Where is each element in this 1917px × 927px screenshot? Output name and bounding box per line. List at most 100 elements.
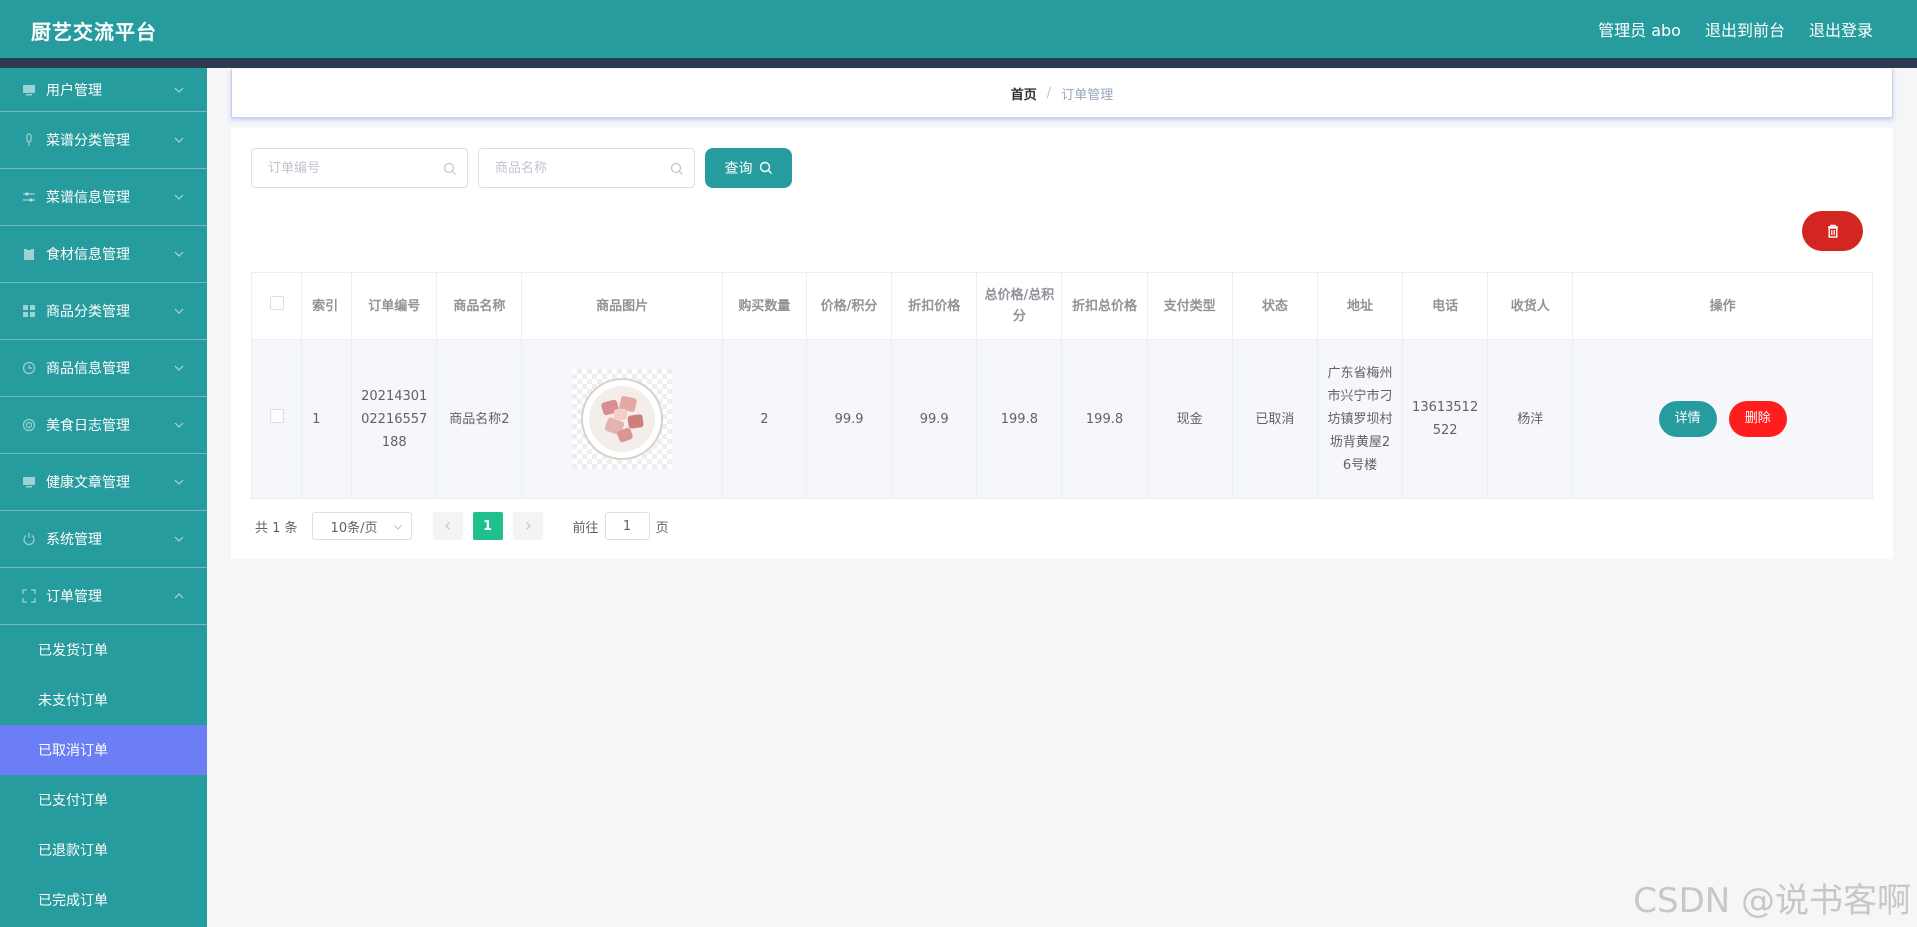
chevron-down-icon <box>174 137 184 143</box>
sidebar: 用户管理 菜谱分类管理 菜谱信息管理 食材信息管理 商品分类管理 商品信息管理 … <box>0 68 207 927</box>
column-header: 购买数量 <box>721 272 807 340</box>
logout-link[interactable]: 退出登录 <box>1809 17 1873 41</box>
cell-quantity: 2 <box>721 339 807 499</box>
column-header: 支付类型 <box>1146 272 1233 340</box>
cell-total-price: 199.8 <box>976 339 1063 499</box>
chevron-up-icon <box>174 593 184 599</box>
sidebar-item-label: 商品分类管理 <box>46 304 130 320</box>
watermark: CSDN @说书客啊 <box>1633 881 1911 921</box>
main-panel: 查询 索引 订单编号 商品名称 商品图片 购买数量 价格/积分 折扣价格 总价格… <box>231 128 1893 559</box>
chevron-right-icon <box>525 522 531 530</box>
sidebar-sub-cancelled-orders[interactable]: 已取消订单 <box>0 725 207 775</box>
row-checkbox[interactable] <box>269 408 284 423</box>
sidebar-item-label: 食材信息管理 <box>46 247 130 263</box>
chevron-down-icon <box>174 308 184 314</box>
sidebar-item-recipe-category[interactable]: 菜谱分类管理 <box>0 112 207 169</box>
chevron-down-icon <box>174 194 184 200</box>
chevron-down-icon <box>174 536 184 542</box>
goods-name-input[interactable] <box>479 149 694 187</box>
sidebar-sub-paid-orders[interactable]: 已支付订单 <box>0 775 207 825</box>
sidebar-sub-unpaid-orders[interactable]: 未支付订单 <box>0 675 207 725</box>
order-no-input[interactable] <box>252 149 467 187</box>
header-nav: 管理员 abo 退出到前台 退出登录 <box>1598 17 1873 41</box>
prev-page-button[interactable] <box>432 512 463 540</box>
power-icon <box>22 532 36 546</box>
sidebar-item-label: 用户管理 <box>46 82 102 99</box>
header-divider <box>0 58 1917 68</box>
sidebar-sub-refunded-orders[interactable]: 已退款订单 <box>0 825 207 875</box>
order-no-search <box>251 148 468 188</box>
goto-page: 前往 页 <box>573 512 669 540</box>
chevron-down-icon <box>393 525 402 530</box>
breadcrumb-separator: / <box>1046 85 1052 101</box>
cell-index: 1 <box>301 339 353 499</box>
chevron-down-icon <box>174 422 184 428</box>
page-size-select[interactable]: 10条/页 <box>311 512 412 540</box>
sidebar-sub-completed-orders[interactable]: 已完成订单 <box>0 875 207 925</box>
sidebar-item-label: 菜谱分类管理 <box>46 133 130 149</box>
column-header: 总价格/总积分 <box>976 272 1063 340</box>
sidebar-item-label: 菜谱信息管理 <box>46 190 130 206</box>
search-icon <box>670 162 683 175</box>
sidebar-item-label: 健康文章管理 <box>46 475 130 491</box>
goods-image[interactable] <box>572 369 673 469</box>
sidebar-item-ingredient-info[interactable]: 食材信息管理 <box>0 226 207 283</box>
cell-receiver: 杨洋 <box>1487 339 1574 499</box>
sidebar-item-system[interactable]: 系统管理 <box>0 511 207 568</box>
page-size-value: 10条/页 <box>330 520 378 536</box>
sidebar-item-goods-category[interactable]: 商品分类管理 <box>0 283 207 340</box>
column-header: 收货人 <box>1487 272 1574 340</box>
delete-button[interactable]: 删除 <box>1728 401 1787 437</box>
breadcrumb-home[interactable]: 首页 <box>1011 84 1037 103</box>
chevron-down-icon <box>174 87 184 93</box>
column-header: 索引 <box>301 272 353 340</box>
column-header: 折扣总价格 <box>1061 272 1148 340</box>
pagination-total: 共 1 条 <box>255 520 298 536</box>
batch-delete-button[interactable] <box>1802 211 1863 251</box>
search-icon <box>443 162 456 175</box>
column-header: 商品图片 <box>521 272 723 340</box>
cell-status: 已取消 <box>1231 339 1318 499</box>
sidebar-item-health-article[interactable]: 健康文章管理 <box>0 454 207 511</box>
chevron-down-icon <box>174 251 184 257</box>
clock-icon <box>22 361 36 375</box>
sidebar-sub-shipped-orders[interactable]: 已发货订单 <box>0 625 207 675</box>
sidebar-item-recipe-info[interactable]: 菜谱信息管理 <box>0 169 207 226</box>
cell-actions: 详情 删除 <box>1572 339 1873 499</box>
grid-icon <box>22 304 36 318</box>
breadcrumb-current: 订单管理 <box>1061 87 1114 103</box>
sidebar-item-label: 订单管理 <box>46 589 102 605</box>
next-page-button[interactable] <box>512 512 543 540</box>
exit-to-front-link[interactable]: 退出到前台 <box>1705 17 1785 41</box>
top-header: 厨艺交流平台 管理员 abo 退出到前台 退出登录 <box>0 0 1917 58</box>
cell-goods-image <box>521 339 723 499</box>
admin-name[interactable]: 管理员 abo <box>1598 17 1681 41</box>
goto-page-input[interactable] <box>604 512 650 540</box>
sidebar-item-label: 美食日志管理 <box>46 418 130 434</box>
select-all-checkbox[interactable] <box>269 295 284 310</box>
sidebar-item-users[interactable]: 用户管理 <box>0 68 207 112</box>
page-number-current[interactable]: 1 <box>472 512 503 540</box>
app-title: 厨艺交流平台 <box>31 20 157 44</box>
sliders-icon <box>22 190 36 204</box>
sidebar-item-label: 商品信息管理 <box>46 361 130 377</box>
query-button[interactable]: 查询 <box>705 148 792 188</box>
column-header: 折扣价格 <box>891 272 978 340</box>
goods-name-search <box>478 148 695 188</box>
column-header: 操作 <box>1572 272 1873 340</box>
chevron-down-icon <box>174 479 184 485</box>
row-select-cell <box>250 339 303 499</box>
monitor-icon <box>22 83 36 97</box>
cell-pay-type: 现金 <box>1146 339 1233 499</box>
table-row: 1 2021430102216557188 商品名称2 2 99.9 99.9 … <box>250 339 1873 499</box>
column-header: 订单编号 <box>351 272 438 340</box>
sidebar-item-food-log[interactable]: 美食日志管理 <box>0 397 207 454</box>
search-icon <box>759 161 772 174</box>
sidebar-item-orders[interactable]: 订单管理 <box>0 568 207 625</box>
detail-button[interactable]: 详情 <box>1658 401 1717 437</box>
sidebar-item-goods-info[interactable]: 商品信息管理 <box>0 340 207 397</box>
cell-discount-total: 199.8 <box>1061 339 1148 499</box>
goto-prefix: 前往 <box>572 520 599 536</box>
breadcrumb: 首页 / 订单管理 <box>231 69 1893 118</box>
column-header: 商品名称 <box>436 272 523 340</box>
